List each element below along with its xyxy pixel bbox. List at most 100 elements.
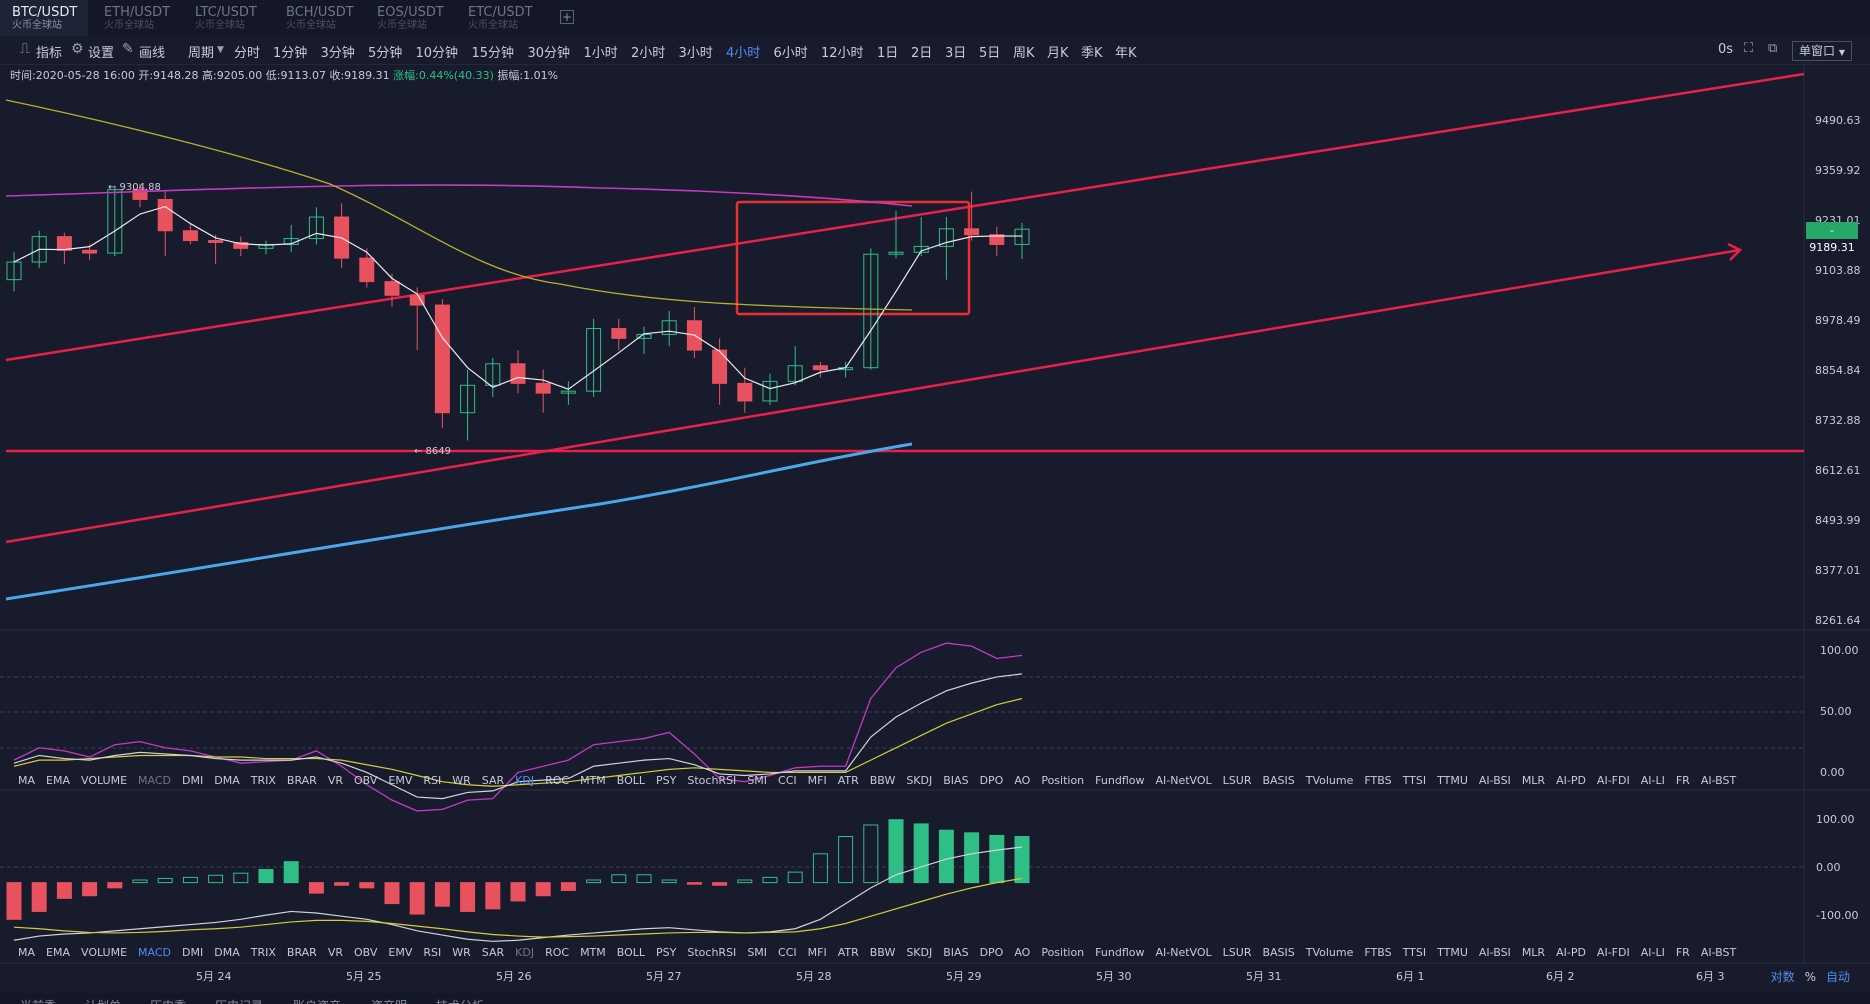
indicator-vr[interactable]: VR [328,946,343,959]
indicator-atr[interactable]: ATR [838,774,859,787]
indicator-brar[interactable]: BRAR [287,946,317,959]
indicator-psy[interactable]: PSY [656,946,676,959]
indicator-roc[interactable]: ROC [545,946,569,959]
interval-11[interactable]: 6小时 [774,42,808,61]
interval-14[interactable]: 2日 [911,42,932,61]
indicator-ai-bst[interactable]: AI-BST [1701,774,1736,787]
indicator-mfi[interactable]: MFI [808,774,827,787]
interval-10[interactable]: 4小时 [726,42,760,61]
tab-btc-usdt[interactable]: BTC/USDT 火币全球站 [0,0,88,36]
tab-eth-usdt[interactable]: ETH/USDT 火币全球站 [92,0,180,36]
indicator-sar[interactable]: SAR [482,774,504,787]
interval-9[interactable]: 3小时 [679,42,713,61]
indicator-tvolume[interactable]: TVolume [1306,774,1354,787]
indicator-ao[interactable]: AO [1014,774,1030,787]
indicator-trix[interactable]: TRIX [251,774,276,787]
indicator-bbw[interactable]: BBW [870,946,896,959]
indicator-kdj[interactable]: KDJ [515,774,534,787]
indicator-button[interactable]: 指标 [36,42,62,61]
bottom-tab-6[interactable]: 技术分析 [436,997,484,1004]
indicator-position[interactable]: Position [1041,774,1084,787]
indicator-mlr[interactable]: MLR [1522,946,1545,959]
indicator-volume[interactable]: VOLUME [81,774,127,787]
interval-3[interactable]: 5分钟 [368,42,402,61]
indicator-emv[interactable]: EMV [388,946,412,959]
tab-ltc-usdt[interactable]: LTC/USDT 火币全球站 [183,0,271,36]
indicator-smi[interactable]: SMI [747,946,767,959]
indicator-ai-netvol[interactable]: AI-NetVOL [1155,774,1211,787]
indicator-dmi[interactable]: DMI [182,774,203,787]
indicator-macd[interactable]: MACD [138,946,171,959]
indicator-wr[interactable]: WR [452,774,471,787]
interval-0[interactable]: 分时 [234,42,260,61]
indicator-bbw[interactable]: BBW [870,774,896,787]
indicator-lsur[interactable]: LSUR [1223,774,1252,787]
indicator-kdj[interactable]: KDJ [515,946,534,959]
indicator-cci[interactable]: CCI [778,774,797,787]
indicator-ai-li[interactable]: AI-LI [1641,946,1665,959]
indicator-stochrsi[interactable]: StochRSI [687,946,736,959]
indicator-roc[interactable]: ROC [545,774,569,787]
indicator-stochrsi[interactable]: StochRSI [687,774,736,787]
indicator-ai-pd[interactable]: AI-PD [1556,946,1586,959]
interval-16[interactable]: 5日 [979,42,1000,61]
indicator-mtm[interactable]: MTM [580,774,606,787]
indicator-obv[interactable]: OBV [354,946,377,959]
indicator-basis[interactable]: BASIS [1262,946,1294,959]
indicator-obv[interactable]: OBV [354,774,377,787]
indicator-lsur[interactable]: LSUR [1223,946,1252,959]
interval-4[interactable]: 10分钟 [416,42,459,61]
indicator-mtm[interactable]: MTM [580,946,606,959]
indicator-cci[interactable]: CCI [778,946,797,959]
bottom-tab-3[interactable]: 历史记录 [215,997,263,1004]
indicator-sar[interactable]: SAR [482,946,504,959]
indicator-boll[interactable]: BOLL [617,946,645,959]
draw-button[interactable]: 画线 [139,42,165,61]
indicator-tvolume[interactable]: TVolume [1306,946,1354,959]
interval-19[interactable]: 季K [1081,42,1103,61]
bottom-tab-2[interactable]: 历史委 [150,997,186,1004]
indicator-mfi[interactable]: MFI [808,946,827,959]
indicator-fr[interactable]: FR [1676,774,1690,787]
indicator-mlr[interactable]: MLR [1522,774,1545,787]
indicator-emv[interactable]: EMV [388,774,412,787]
indicator-ma[interactable]: MA [18,946,35,959]
tab-bch-usdt[interactable]: BCH/USDT 火币全球站 [274,0,362,36]
indicator-bias[interactable]: BIAS [943,774,968,787]
interval-1[interactable]: 1分钟 [273,42,307,61]
interval-7[interactable]: 1小时 [584,42,618,61]
indicator-macd[interactable]: MACD [138,774,171,787]
interval-6[interactable]: 30分钟 [528,42,571,61]
log-scale-toggle[interactable]: 对数 [1771,970,1795,984]
indicator-fundflow[interactable]: Fundflow [1095,774,1144,787]
indicator-ai-li[interactable]: AI-LI [1641,774,1665,787]
interval-20[interactable]: 年K [1115,42,1137,61]
indicator-rsi[interactable]: RSI [423,774,441,787]
indicator-ai-bsi[interactable]: AI-BSI [1479,946,1511,959]
interval-18[interactable]: 月K [1047,42,1069,61]
interval-13[interactable]: 1日 [877,42,898,61]
interval-15[interactable]: 3日 [945,42,966,61]
indicator-ao[interactable]: AO [1014,946,1030,959]
indicator-basis[interactable]: BASIS [1262,774,1294,787]
indicator-skdj[interactable]: SKDJ [906,946,932,959]
indicator-boll[interactable]: BOLL [617,774,645,787]
indicator-ema[interactable]: EMA [46,774,70,787]
indicator-dma[interactable]: DMA [214,946,240,959]
indicator-ai-bsi[interactable]: AI-BSI [1479,774,1511,787]
indicator-ai-pd[interactable]: AI-PD [1556,774,1586,787]
indicator-brar[interactable]: BRAR [287,774,317,787]
bottom-tab-5[interactable]: 资产明 [371,997,407,1004]
indicator-ttsi[interactable]: TTSI [1403,774,1426,787]
indicator-dma[interactable]: DMA [214,774,240,787]
tab-eos-usdt[interactable]: EOS/USDT 火币全球站 [365,0,453,36]
settings-button[interactable]: 设置 [88,42,114,61]
indicator-ttmu[interactable]: TTMU [1437,774,1468,787]
bottom-tab-1[interactable]: 计划单 [85,997,121,1004]
indicator-ema[interactable]: EMA [46,946,70,959]
period-dropdown[interactable]: 周期 [188,42,214,61]
indicator-smi[interactable]: SMI [747,774,767,787]
indicator-ai-netvol[interactable]: AI-NetVOL [1155,946,1211,959]
indicator-psy[interactable]: PSY [656,774,676,787]
indicator-volume[interactable]: VOLUME [81,946,127,959]
